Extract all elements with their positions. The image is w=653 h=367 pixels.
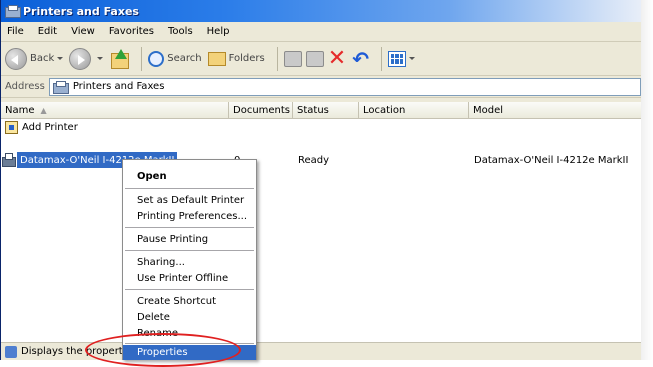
menu-separator [125, 227, 254, 228]
views-icon [387, 50, 406, 67]
menu-separator [125, 188, 254, 189]
window-shadow [641, 0, 653, 360]
menu-item-pause-printing[interactable]: Pause Printing [123, 231, 256, 247]
menu-view[interactable]: View [71, 26, 95, 37]
up-folder-icon [109, 48, 130, 69]
copy-to-icon[interactable] [305, 50, 324, 67]
menu-bar: File Edit View Favorites Tools Help [1, 22, 641, 42]
column-header-location-label: Location [363, 105, 406, 116]
folders-button[interactable]: Folders [207, 51, 265, 66]
printers-folder-icon [5, 5, 21, 18]
context-menu: Open Set as Default Printer Printing Pre… [122, 159, 257, 360]
menu-separator [125, 289, 254, 290]
search-icon [148, 50, 165, 67]
search-button[interactable]: Search [148, 50, 202, 67]
printer-list: Name ▲ Documents Status Location Model A… [1, 102, 641, 342]
column-header-model[interactable]: Model [469, 102, 641, 119]
explorer-window: Printers and Faxes File Edit View Favori… [0, 0, 641, 360]
menu-item-use-printer-offline[interactable]: Use Printer Offline [123, 270, 256, 286]
menu-edit[interactable]: Edit [38, 26, 57, 37]
menu-item-delete[interactable]: Delete [123, 309, 256, 325]
views-button[interactable] [387, 50, 415, 67]
add-printer-label: Add Printer [22, 122, 78, 133]
move-to-icon[interactable] [283, 50, 302, 67]
up-folder-button[interactable] [109, 48, 130, 69]
views-dropdown-icon[interactable] [408, 57, 415, 60]
back-button[interactable]: Back [5, 47, 64, 70]
forward-button[interactable] [69, 47, 104, 70]
sort-ascending-icon: ▲ [40, 106, 47, 115]
back-dropdown-icon[interactable] [57, 57, 64, 60]
folder-icon [207, 51, 226, 66]
back-label: Back [30, 53, 55, 64]
column-header-model-label: Model [473, 105, 504, 116]
column-header-location[interactable]: Location [359, 102, 469, 119]
column-header-name[interactable]: Name ▲ [1, 102, 229, 119]
column-header-documents-label: Documents [233, 105, 291, 116]
forward-arrow-icon [69, 47, 92, 70]
menu-item-open[interactable]: Open [123, 168, 256, 184]
menu-item-sharing[interactable]: Sharing... [123, 254, 256, 270]
window-title: Printers and Faxes [23, 4, 139, 18]
delete-icon[interactable]: ✕ [328, 47, 346, 70]
column-headers: Name ▲ Documents Status Location Model [1, 102, 641, 119]
menu-item-create-shortcut[interactable]: Create Shortcut [123, 293, 256, 309]
menu-help[interactable]: Help [207, 26, 230, 37]
column-header-documents[interactable]: Documents [229, 102, 293, 119]
list-item-add-printer[interactable]: Add Printer [5, 121, 78, 134]
address-value: Printers and Faxes [72, 81, 165, 92]
printer-status: Ready [298, 154, 330, 166]
back-arrow-icon [5, 47, 27, 70]
search-label: Search [167, 53, 202, 64]
printer-model: Datamax-O'Neil I-4212e MarkII [474, 154, 629, 166]
menu-file[interactable]: File [7, 26, 24, 37]
red-annotation-ellipse [85, 333, 241, 367]
menu-tools[interactable]: Tools [168, 26, 193, 37]
address-bar: Address Printers and Faxes [1, 76, 641, 98]
printer-small-icon [5, 345, 17, 358]
toolbar-separator [141, 46, 143, 71]
printer-icon [2, 152, 16, 167]
menu-separator [125, 250, 254, 251]
undo-icon[interactable]: ↶ [352, 49, 369, 69]
column-header-name-label: Name [5, 105, 35, 116]
menu-item-set-default-printer[interactable]: Set as Default Printer [123, 192, 256, 208]
toolbar-separator [276, 46, 278, 71]
folders-label: Folders [228, 53, 265, 64]
column-header-status[interactable]: Status [293, 102, 359, 119]
address-label: Address [5, 81, 45, 92]
add-printer-icon [5, 121, 18, 134]
menu-item-printing-preferences[interactable]: Printing Preferences... [123, 208, 256, 224]
title-bar[interactable]: Printers and Faxes [1, 0, 641, 22]
forward-dropdown-icon[interactable] [97, 57, 104, 60]
printers-folder-icon [52, 80, 69, 94]
toolbar-separator [380, 46, 382, 71]
list-item-printer[interactable]: Datamax-O'Neil I-4212e MarkII 0 Ready Da… [1, 152, 641, 168]
address-input[interactable]: Printers and Faxes [48, 77, 641, 96]
toolbar: Back Search Folders ✕ ↶ [1, 42, 641, 76]
menu-favorites[interactable]: Favorites [109, 26, 154, 37]
column-header-status-label: Status [297, 105, 329, 116]
